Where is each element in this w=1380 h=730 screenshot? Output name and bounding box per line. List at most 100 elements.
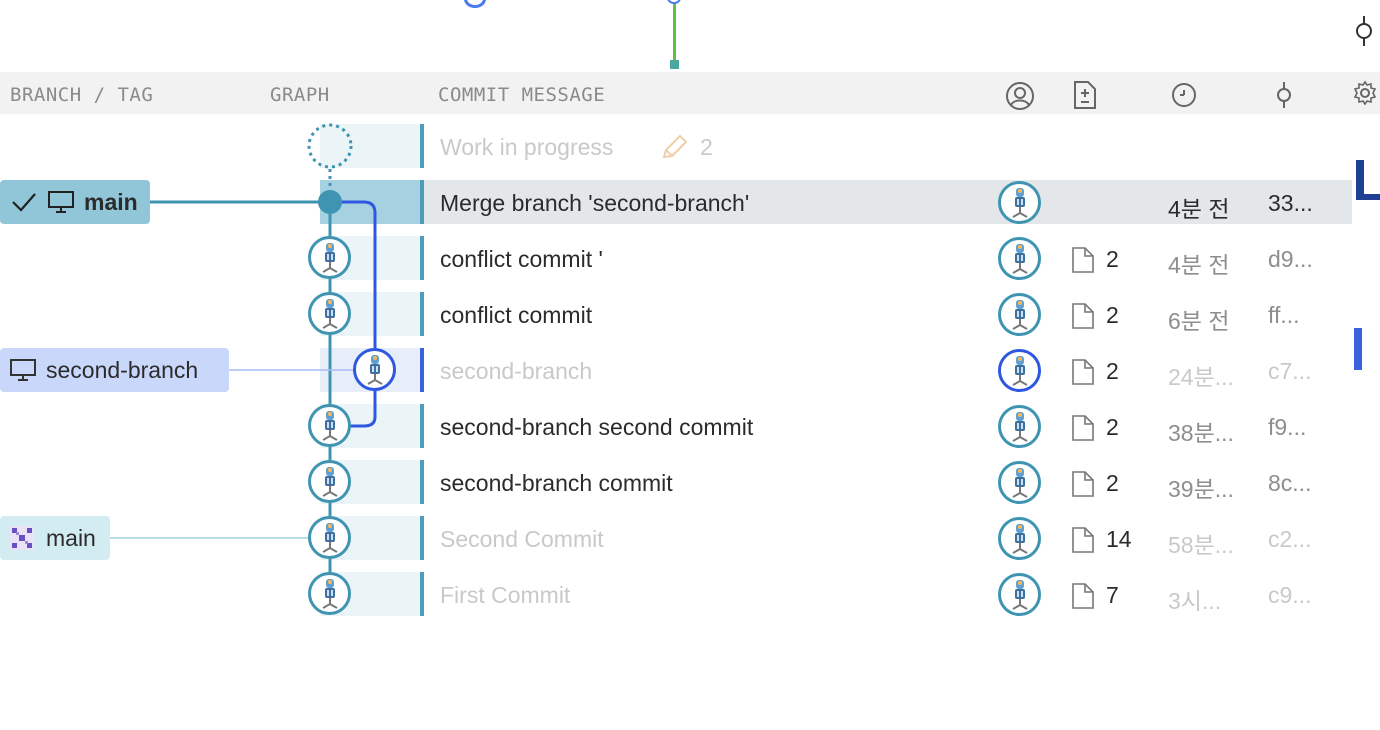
row-divider: [420, 180, 424, 224]
file-icon: [1072, 415, 1094, 441]
commit-time: 24분...: [1168, 364, 1234, 390]
commit-message: First Commit: [440, 582, 571, 608]
date-icon[interactable]: [1170, 80, 1198, 110]
branch-tag-label: second-branch: [46, 356, 199, 383]
user-avatar-icon: [1012, 243, 1027, 274]
user-avatar-icon: [367, 354, 382, 385]
remote-avatar-icon: [10, 526, 34, 550]
changes-count: 7: [1106, 582, 1119, 608]
commit-sha: 33...: [1268, 190, 1313, 216]
commit-sha: c2...: [1268, 526, 1312, 552]
author-icon[interactable]: [1004, 80, 1036, 112]
wip-count: 2: [700, 134, 713, 160]
commit-message: Merge branch 'second-branch': [440, 190, 750, 216]
row-divider: [420, 572, 424, 616]
graph-commit-node[interactable]: [308, 572, 351, 615]
changes-count: 2: [1106, 246, 1119, 272]
row-divider: [420, 404, 424, 448]
wip-label: Work in progress: [440, 134, 614, 160]
author-avatar[interactable]: [998, 237, 1041, 280]
branch-tag-remote-main[interactable]: main: [0, 516, 110, 560]
commit-time: 4분 전: [1168, 196, 1230, 222]
changes-count: 2: [1106, 414, 1119, 440]
branch-tag-label: main: [84, 188, 138, 215]
commit-time: 3시...: [1168, 588, 1222, 614]
monitor-icon: [48, 191, 74, 213]
row-divider: [420, 516, 424, 560]
author-avatar[interactable]: [998, 517, 1041, 560]
file-icon: [1072, 527, 1094, 553]
user-avatar-icon: [1012, 355, 1027, 386]
author-avatar[interactable]: [998, 349, 1041, 392]
header-graph[interactable]: GRAPH: [270, 84, 330, 106]
commit-time: 4분 전: [1168, 252, 1230, 278]
user-avatar-icon: [1012, 187, 1027, 218]
graph-commit-node[interactable]: [308, 460, 351, 503]
graph-commit-node[interactable]: [308, 516, 351, 559]
file-icon: [1072, 359, 1094, 385]
branch-tag-second-branch[interactable]: second-branch: [0, 348, 229, 392]
branch-tag-main[interactable]: main: [0, 180, 150, 224]
user-avatar-icon: [1012, 579, 1027, 610]
row-divider: [420, 124, 424, 168]
top-graph-node-green: [667, 0, 681, 4]
graph-commit-node[interactable]: [353, 348, 396, 391]
commit-message: second-branch second commit: [440, 414, 754, 440]
file-icon: [1072, 583, 1094, 609]
author-avatar[interactable]: [998, 573, 1041, 616]
commit-sha: c7...: [1268, 358, 1312, 384]
commit-time: 39분...: [1168, 476, 1234, 502]
author-avatar[interactable]: [998, 293, 1041, 336]
top-graph-line-end: [670, 60, 679, 69]
user-avatar-icon: [1012, 411, 1027, 442]
header-branch-tag[interactable]: BRANCH / TAG: [10, 84, 153, 106]
commit-sha: c9...: [1268, 582, 1312, 608]
changes-count: 14: [1106, 526, 1132, 552]
commit-message: second-branch commit: [440, 470, 673, 496]
top-graph-node-blue: [464, 0, 486, 8]
row-divider: [420, 236, 424, 280]
user-avatar-icon: [322, 298, 337, 329]
user-avatar-icon: [322, 466, 337, 497]
row-divider: [420, 292, 424, 336]
scroll-marker: [1356, 194, 1380, 200]
commit-time: 58분...: [1168, 532, 1234, 558]
graph-commit-node[interactable]: [308, 236, 351, 279]
file-icon: [1072, 471, 1094, 497]
file-icon: [1072, 247, 1094, 273]
row-divider: [420, 348, 424, 392]
changes-count: 2: [1106, 358, 1119, 384]
settings-icon[interactable]: [1352, 80, 1378, 106]
graph-commit-node[interactable]: [308, 292, 351, 335]
header-commit-message[interactable]: COMMIT MESSAGE: [438, 84, 605, 106]
author-avatar[interactable]: [998, 181, 1041, 224]
commit-sha: 8c...: [1268, 470, 1312, 496]
changes-icon[interactable]: [1072, 80, 1098, 110]
user-avatar-icon: [322, 578, 337, 609]
commit-sha: ff...: [1268, 302, 1300, 328]
user-avatar-icon: [322, 522, 337, 553]
scroll-marker: [1354, 328, 1362, 370]
changes-count: 2: [1106, 302, 1119, 328]
monitor-icon: [10, 359, 36, 381]
commit-message: conflict commit: [440, 302, 593, 328]
user-avatar-icon: [322, 242, 337, 273]
commit-message: Second Commit: [440, 526, 604, 552]
user-avatar-icon: [1012, 299, 1027, 330]
author-avatar[interactable]: [998, 405, 1041, 448]
commit-message: second-branch: [440, 358, 593, 384]
commit-message: conflict commit ': [440, 246, 603, 272]
sha-icon[interactable]: [1274, 80, 1294, 110]
graph-commit-node[interactable]: [308, 404, 351, 447]
author-avatar[interactable]: [998, 461, 1041, 504]
user-avatar-icon: [1012, 523, 1027, 554]
row-divider: [420, 460, 424, 504]
commit-sha: f9...: [1268, 414, 1307, 440]
top-graph-line: [673, 0, 676, 64]
commit-graph-toggle-icon[interactable]: [1352, 16, 1376, 46]
user-avatar-icon: [1012, 467, 1027, 498]
pencil-icon: [662, 134, 688, 159]
commit-time: 38분...: [1168, 420, 1234, 446]
branch-tag-label: main: [46, 524, 96, 551]
commit-sha: d9...: [1268, 246, 1313, 272]
